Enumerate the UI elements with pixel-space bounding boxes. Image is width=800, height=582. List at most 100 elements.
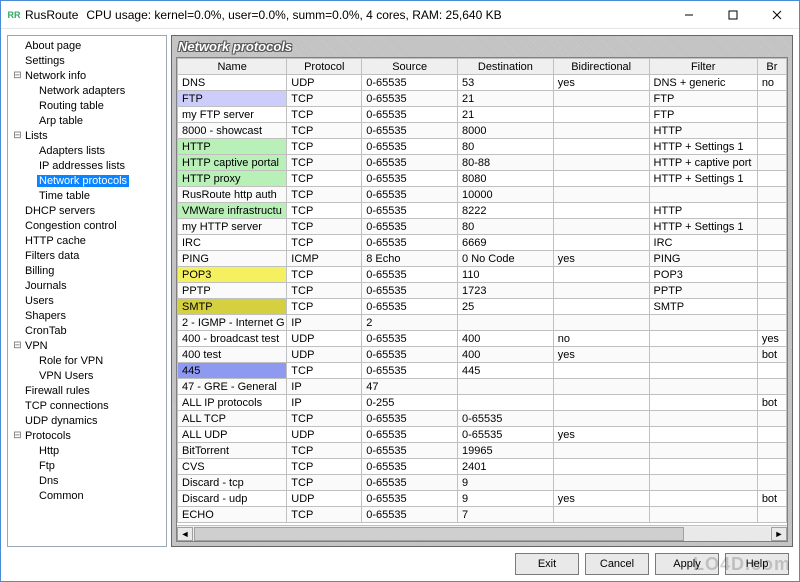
table-row[interactable]: CVSTCP0-655352401 [178, 459, 787, 475]
table-row[interactable]: IRCTCP0-655356669IRC [178, 235, 787, 251]
table-cell[interactable]: 0-65535 [362, 475, 458, 491]
table-cell[interactable]: TCP [287, 123, 362, 139]
tree-node[interactable]: Settings [8, 53, 166, 68]
table-cell[interactable] [553, 171, 649, 187]
table-cell[interactable]: my FTP server [178, 107, 287, 123]
table-cell[interactable] [553, 475, 649, 491]
table-cell[interactable]: FTP [649, 91, 757, 107]
table-row[interactable]: HTTP proxyTCP0-655358080HTTP + Settings … [178, 171, 787, 187]
table-cell[interactable]: 0-65535 [362, 331, 458, 347]
table-cell[interactable]: 0-65535 [362, 299, 458, 315]
table-row[interactable]: 400 - broadcast testUDP0-65535400noyes [178, 331, 787, 347]
table-cell[interactable] [553, 219, 649, 235]
table-cell[interactable]: 0-65535 [362, 107, 458, 123]
table-cell[interactable]: 8222 [458, 203, 554, 219]
table-cell[interactable]: TCP [287, 219, 362, 235]
table-cell[interactable] [757, 459, 786, 475]
table-cell[interactable] [757, 123, 786, 139]
table-cell[interactable]: 445 [178, 363, 287, 379]
table-cell[interactable]: TCP [287, 203, 362, 219]
table-cell[interactable]: 0-65535 [362, 267, 458, 283]
tree-node[interactable]: Billing [8, 263, 166, 278]
table-row[interactable]: RusRoute http authTCP0-6553510000 [178, 187, 787, 203]
table-cell[interactable] [553, 91, 649, 107]
table-cell[interactable]: 0-65535 [362, 443, 458, 459]
table-cell[interactable]: 0-65535 [458, 427, 554, 443]
tree-node[interactable]: HTTP cache [8, 233, 166, 248]
table-cell[interactable]: 2 [362, 315, 458, 331]
table-cell[interactable]: ICMP [287, 251, 362, 267]
table-cell[interactable]: HTTP + Settings 1 [649, 171, 757, 187]
table-cell[interactable]: TCP [287, 443, 362, 459]
table-cell[interactable]: 80 [458, 219, 554, 235]
table-row[interactable]: ALL TCPTCP0-655350-65535 [178, 411, 787, 427]
scroll-left-icon[interactable]: ◄ [177, 527, 193, 541]
table-cell[interactable] [757, 507, 786, 523]
table-cell[interactable] [553, 155, 649, 171]
table-cell[interactable] [553, 507, 649, 523]
table-cell[interactable]: ALL UDP [178, 427, 287, 443]
table-cell[interactable] [649, 459, 757, 475]
table-row[interactable]: FTPTCP0-6553521FTP [178, 91, 787, 107]
table-cell[interactable]: 2401 [458, 459, 554, 475]
close-button[interactable] [755, 1, 799, 28]
minimize-button[interactable] [667, 1, 711, 28]
table-row[interactable]: VMWare infrastructuTCP0-655358222HTTP [178, 203, 787, 219]
table-cell[interactable]: FTP [649, 107, 757, 123]
table-cell[interactable]: yes [553, 491, 649, 507]
table-cell[interactable]: 1723 [458, 283, 554, 299]
table-cell[interactable] [553, 267, 649, 283]
table-cell[interactable] [649, 187, 757, 203]
tree-collapse-icon[interactable]: ⊟ [12, 340, 23, 351]
table-cell[interactable]: ALL IP protocols [178, 395, 287, 411]
tree-node[interactable]: CronTab [8, 323, 166, 338]
table-row[interactable]: PPTPTCP0-655351723PPTP [178, 283, 787, 299]
tree-node[interactable]: Adapters lists [8, 143, 166, 158]
table-cell[interactable]: 400 test [178, 347, 287, 363]
table-cell[interactable]: 400 - broadcast test [178, 331, 287, 347]
table-cell[interactable]: HTTP proxy [178, 171, 287, 187]
table-cell[interactable]: 53 [458, 75, 554, 91]
table-cell[interactable]: DNS [178, 75, 287, 91]
table-cell[interactable]: 0-65535 [362, 411, 458, 427]
table-cell[interactable] [757, 171, 786, 187]
table-cell[interactable] [649, 491, 757, 507]
table-cell[interactable]: 110 [458, 267, 554, 283]
table-cell[interactable]: TCP [287, 235, 362, 251]
table-cell[interactable]: HTTP + Settings 1 [649, 219, 757, 235]
tree-node[interactable]: ⊟Protocols [8, 428, 166, 443]
table-cell[interactable]: 80 [458, 139, 554, 155]
table-cell[interactable]: 0-65535 [362, 203, 458, 219]
column-header[interactable]: Protocol [287, 59, 362, 75]
table-cell[interactable]: 47 [362, 379, 458, 395]
table-cell[interactable]: PING [178, 251, 287, 267]
table-row[interactable]: 445TCP0-65535445 [178, 363, 787, 379]
tree-collapse-icon[interactable]: ⊟ [12, 70, 23, 81]
table-cell[interactable]: TCP [287, 155, 362, 171]
table-cell[interactable]: TCP [287, 411, 362, 427]
table-cell[interactable]: HTTP [178, 139, 287, 155]
table-cell[interactable] [649, 379, 757, 395]
table-cell[interactable] [553, 395, 649, 411]
table-cell[interactable] [458, 315, 554, 331]
table-cell[interactable] [553, 315, 649, 331]
tree-node[interactable]: IP addresses lists [8, 158, 166, 173]
table-cell[interactable] [757, 251, 786, 267]
table-cell[interactable]: IP [287, 315, 362, 331]
table-cell[interactable]: 8 Echo [362, 251, 458, 267]
table-cell[interactable]: 400 [458, 331, 554, 347]
table-cell[interactable]: POP3 [178, 267, 287, 283]
tree-node[interactable]: TCP connections [8, 398, 166, 413]
table-cell[interactable] [553, 107, 649, 123]
table-cell[interactable] [757, 203, 786, 219]
table-cell[interactable]: ALL TCP [178, 411, 287, 427]
table-row[interactable]: 8000 - showcastTCP0-655358000HTTP [178, 123, 787, 139]
tree-node[interactable]: Congestion control [8, 218, 166, 233]
tree-node[interactable]: ⊟Network info [8, 68, 166, 83]
table-cell[interactable]: PING [649, 251, 757, 267]
table-cell[interactable]: FTP [178, 91, 287, 107]
table-cell[interactable]: 47 - GRE - General [178, 379, 287, 395]
scroll-right-icon[interactable]: ► [771, 527, 787, 541]
tree-node[interactable]: Ftp [8, 458, 166, 473]
tree-node[interactable]: UDP dynamics [8, 413, 166, 428]
